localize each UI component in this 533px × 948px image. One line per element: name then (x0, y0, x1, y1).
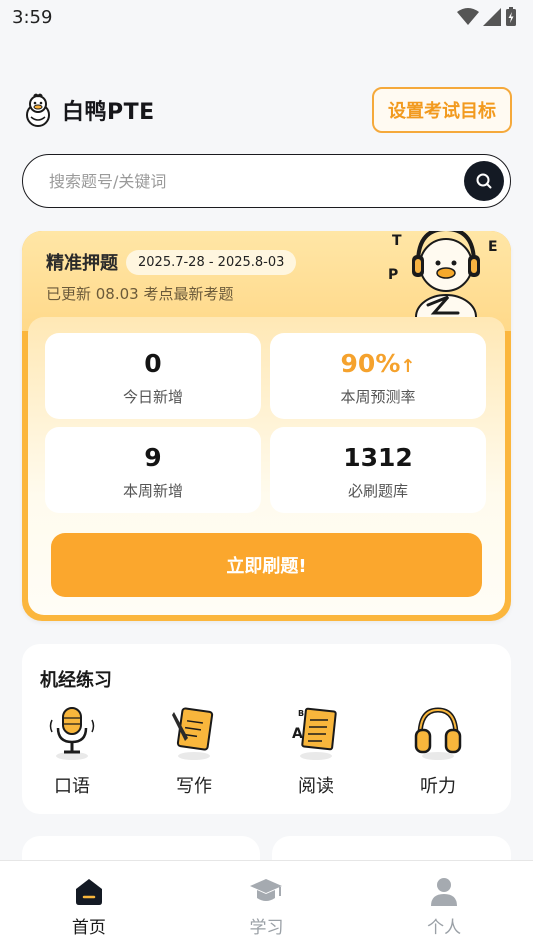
duck-logo-icon (26, 93, 50, 127)
stat-value: 1312 (343, 443, 413, 472)
search-bar (22, 154, 511, 208)
reading-doc-icon: A B (292, 707, 337, 760)
set-exam-goal-button[interactable]: 设置考试目标 (372, 87, 512, 133)
nav-item-profile[interactable]: 个人 (384, 875, 504, 938)
stat-label: 必刷题库 (347, 482, 408, 500)
start-practice-button[interactable]: 立即刷题! (51, 533, 482, 597)
signal-icon (483, 8, 501, 26)
search-input[interactable] (49, 171, 429, 191)
nav-label: 学习 (249, 918, 284, 938)
headphones-icon (414, 707, 462, 760)
bottom-nav: 首页 学习 个人 (0, 860, 533, 948)
stat-value: 90%↑ (270, 349, 486, 378)
stat-value: 9 (144, 443, 162, 472)
svg-text:B: B (298, 709, 304, 718)
brand: 白鸭PTE (22, 93, 155, 127)
status-bar: 3:59 (0, 0, 533, 34)
stat-label: 本周新增 (122, 482, 183, 500)
prediction-stats-panel: 0 今日新增 90%↑ 本周预测率 9 本周新增 1312 必刷题库 立即刷题! (28, 317, 505, 615)
date-range-badge: 2025.7-28 - 2025.8-03 (126, 249, 297, 275)
mascot-letter-p: P (388, 267, 398, 283)
search-button[interactable] (464, 161, 504, 201)
practice-item-writing[interactable]: 写作 (144, 702, 244, 798)
stat-week-new[interactable]: 9 本周新增 (45, 427, 261, 513)
notebook-pen-icon (172, 707, 214, 760)
practice-item-speaking[interactable]: 口语 (22, 702, 122, 798)
stat-question-bank[interactable]: 1312 必刷题库 (270, 427, 486, 513)
graduation-cap-icon (250, 879, 283, 901)
person-icon (431, 878, 458, 906)
status-icons (457, 7, 517, 27)
stat-label: 本周预测率 (340, 388, 416, 406)
home-icon (75, 879, 102, 905)
practice-label: 写作 (176, 776, 212, 797)
brand-name: 白鸭PTE (62, 100, 155, 125)
stat-label: 今日新增 (122, 388, 183, 406)
svg-text:A: A (292, 726, 303, 742)
prediction-subtitle: 已更新 08.03 考点最新考题 (46, 285, 234, 303)
practice-label: 听力 (420, 776, 456, 797)
stat-today-new[interactable]: 0 今日新增 (45, 333, 261, 419)
status-time: 3:59 (12, 6, 53, 28)
prediction-title-row: 精准押题 2025.7-28 - 2025.8-03 (46, 249, 297, 275)
mascot-letter-e: E (488, 239, 498, 255)
mascot-letter-t: T (392, 233, 402, 249)
header: 白鸭PTE 设置考试目标 (22, 86, 512, 134)
stat-value: 0 (144, 349, 162, 378)
practice-section: 机经练习 口语 写作 A B 阅读 听力 (22, 644, 511, 814)
stat-prediction-rate[interactable]: 90%↑ 本周预测率 (270, 333, 486, 419)
nav-item-study[interactable]: 学习 (206, 875, 326, 938)
practice-label: 阅读 (298, 776, 334, 797)
arrow-up-icon: ↑ (400, 356, 416, 377)
microphone-icon (49, 707, 95, 760)
practice-item-listening[interactable]: 听力 (388, 702, 488, 798)
prediction-title: 精准押题 (46, 253, 118, 274)
nav-item-home[interactable]: 首页 (29, 875, 149, 938)
prediction-card: 精准押题 2025.7-28 - 2025.8-03 已更新 08.03 考点最… (22, 231, 511, 621)
stat-rate-value: 90% (340, 349, 401, 378)
search-icon (476, 173, 492, 189)
practice-label: 口语 (54, 776, 90, 797)
practice-title: 机经练习 (40, 670, 112, 691)
wifi-icon (457, 8, 479, 25)
nav-label: 个人 (427, 918, 462, 938)
battery-icon (506, 7, 516, 26)
practice-item-reading[interactable]: A B 阅读 (266, 702, 366, 798)
nav-label: 首页 (71, 918, 106, 938)
